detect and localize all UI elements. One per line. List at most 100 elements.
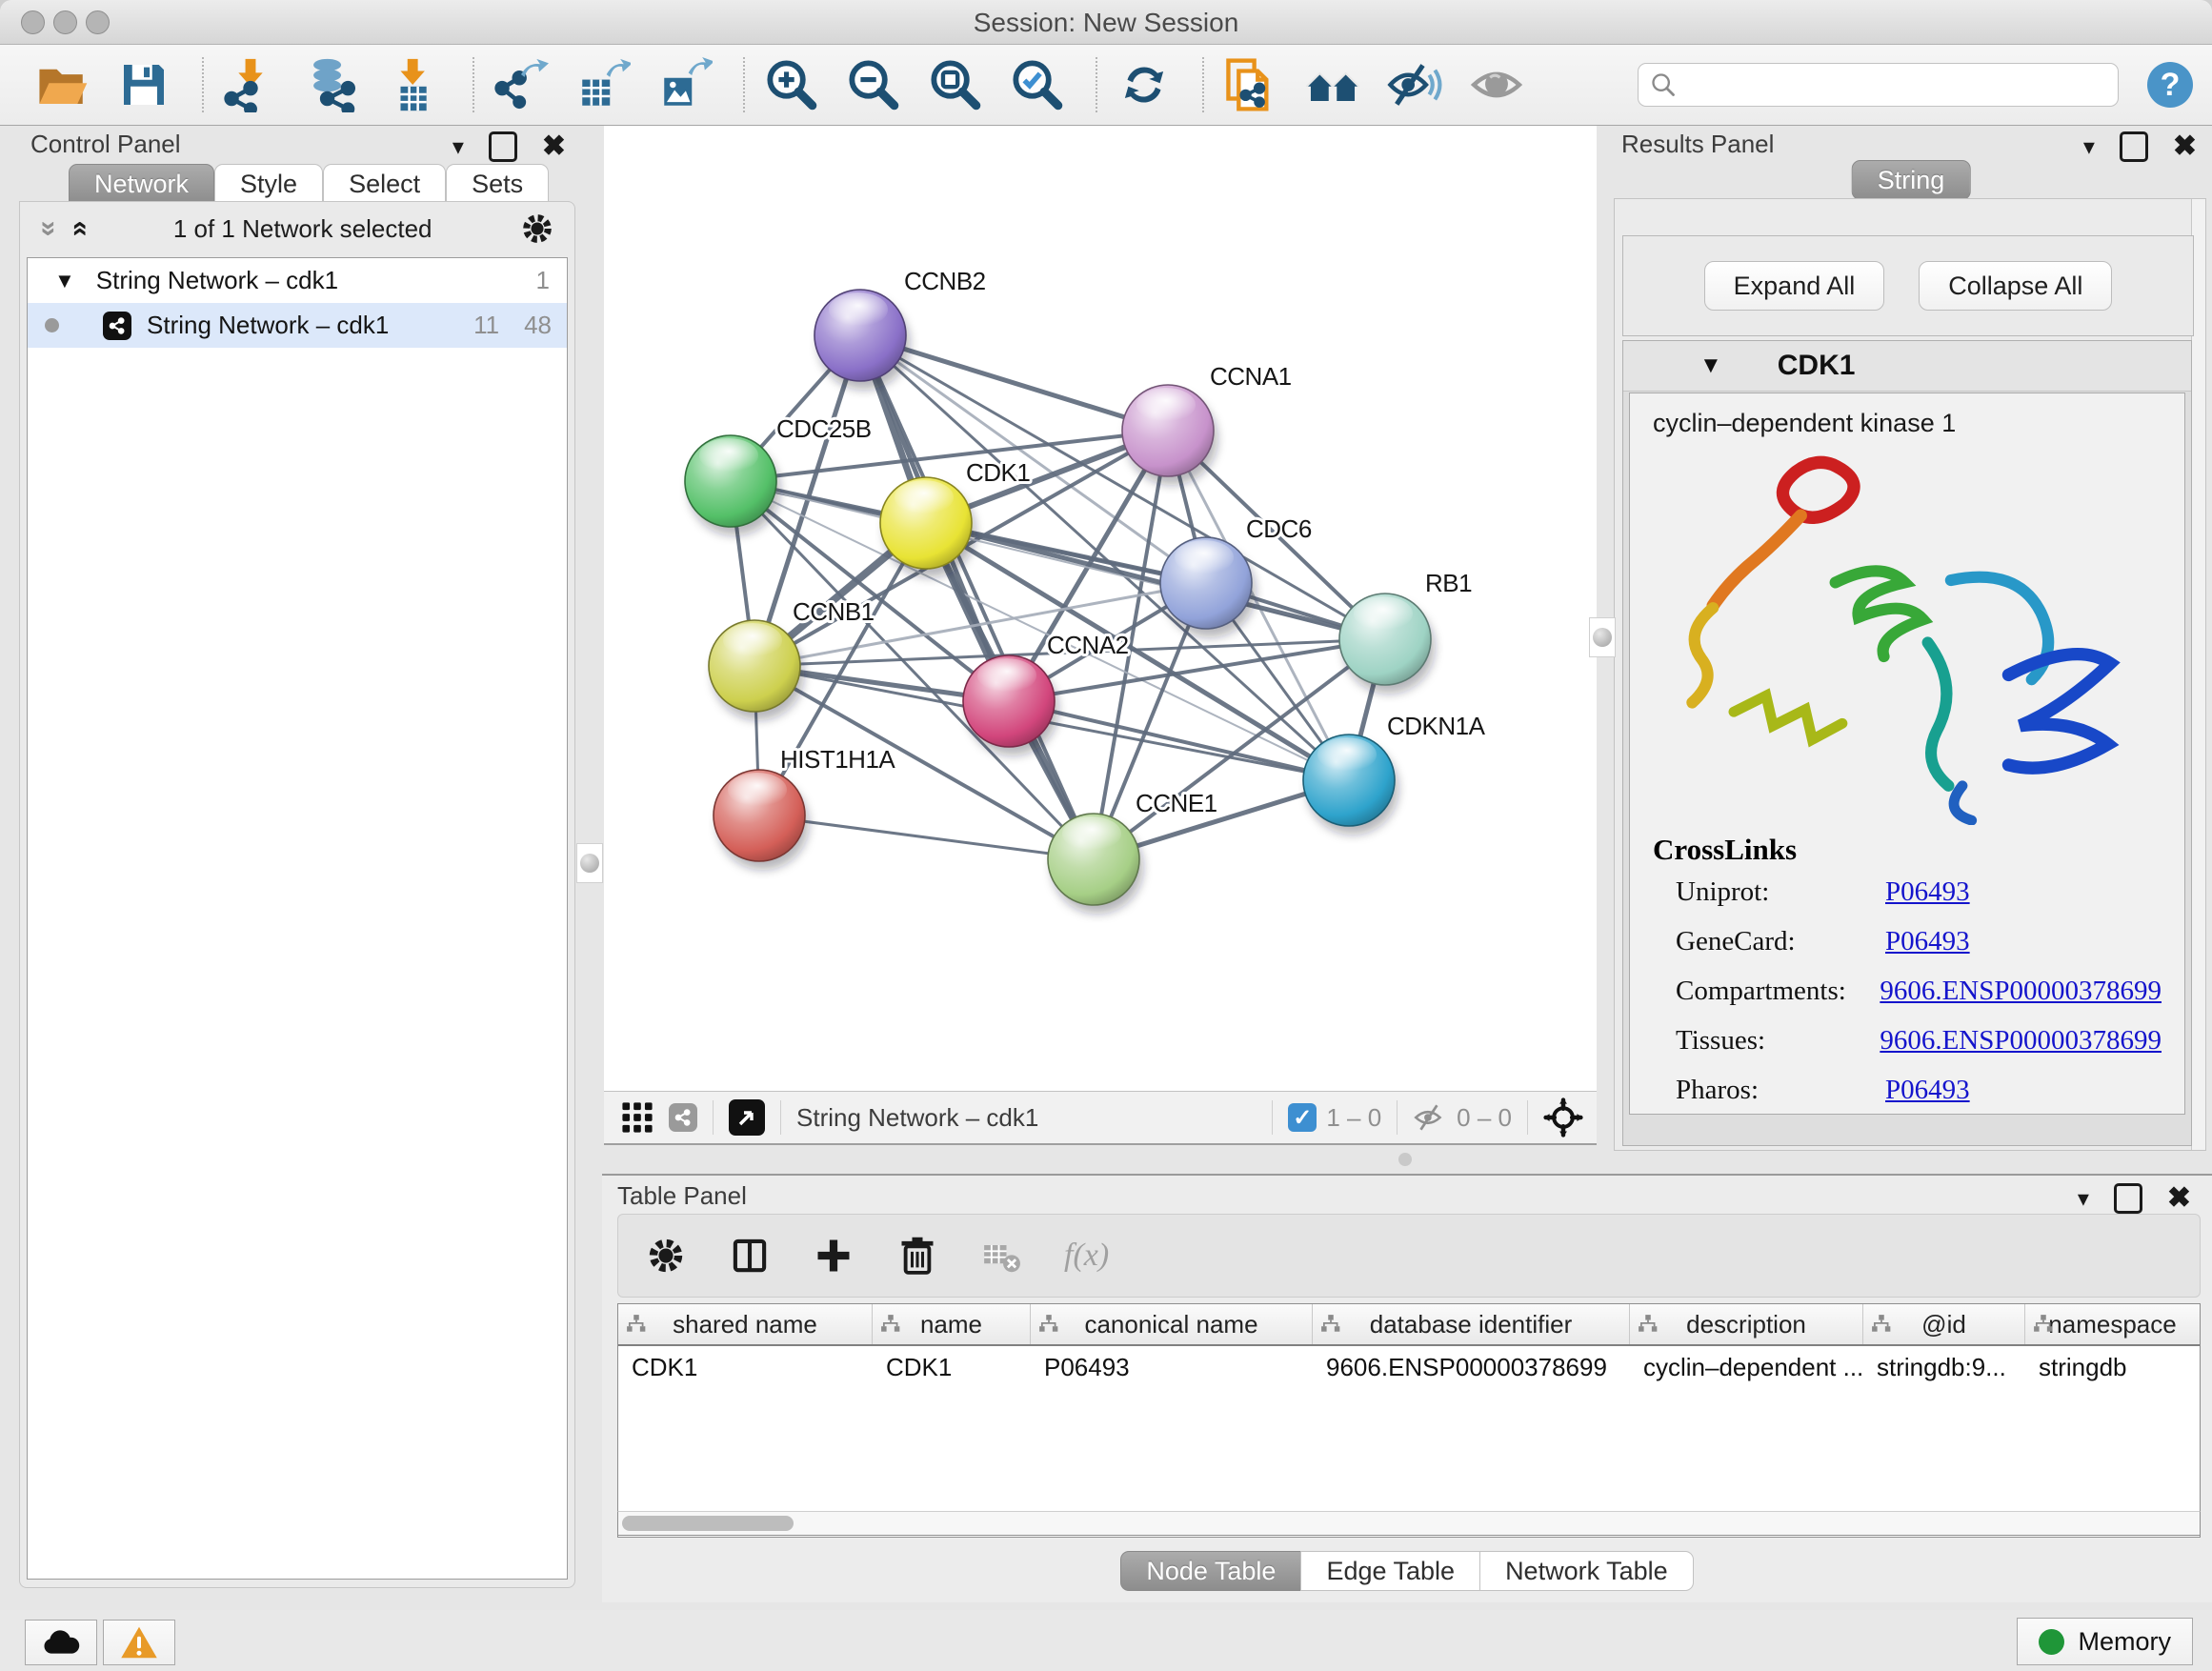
cell-id[interactable]: stringdb:9... (1863, 1353, 2025, 1382)
network-node-HIST1H1A[interactable]: HIST1H1A (714, 745, 895, 870)
tab-select[interactable]: Select (323, 164, 446, 204)
table-row[interactable]: CDK1 CDK1 P06493 9606.ENSP00000378699 cy… (618, 1346, 2200, 1388)
disclosure-triangle-icon[interactable]: ▼ (1699, 352, 1722, 379)
edge-count: 48 (524, 311, 552, 340)
panel-menu-icon[interactable]: ▾ (2083, 133, 2095, 161)
float-panel-icon[interactable] (2114, 1183, 2142, 1214)
apply-layout-button[interactable] (1115, 55, 1174, 114)
level-of-detail-button[interactable] (1467, 55, 1526, 114)
network-node-CDC6[interactable]: CDC6 (1160, 514, 1312, 637)
tab-network[interactable]: Network (69, 164, 214, 204)
memory-button[interactable]: Memory (2017, 1618, 2193, 1665)
clone-network-button[interactable] (1221, 55, 1280, 114)
left-splitter-handle[interactable] (576, 843, 603, 883)
tab-node-table[interactable]: Node Table (1120, 1551, 1300, 1591)
column-header-id[interactable]: @id (1863, 1304, 2025, 1344)
column-header-shared-name[interactable]: shared name (618, 1304, 873, 1344)
delete-column-icon[interactable] (896, 1235, 938, 1277)
network-node-CCNE1[interactable]: CCNE1 (1048, 789, 1217, 914)
cell-database-identifier[interactable]: 9606.ENSP00000378699 (1313, 1353, 1630, 1382)
disclosure-triangle-icon[interactable]: ▼ (54, 269, 75, 293)
tab-string[interactable]: String (1852, 160, 1971, 200)
first-neighbors-button[interactable] (1303, 55, 1362, 114)
search-input[interactable] (1684, 70, 2106, 101)
column-header-namespace[interactable]: namespace (2025, 1304, 2200, 1344)
network-row-selected[interactable]: String Network – cdk1 11 48 (28, 303, 567, 348)
tab-sets[interactable]: Sets (446, 164, 549, 204)
cell-name[interactable]: CDK1 (873, 1353, 1031, 1382)
gear-icon[interactable] (645, 1235, 687, 1277)
grid-mode-icon[interactable] (621, 1101, 654, 1134)
zoom-in-button[interactable] (762, 55, 821, 114)
column-header-database-identifier[interactable]: database identifier (1313, 1304, 1630, 1344)
collapse-all-icon[interactable]: » (32, 221, 65, 237)
cell-namespace[interactable]: stringdb (2025, 1353, 2200, 1382)
expand-all-icon[interactable]: » (62, 221, 94, 237)
network-node-CCNA1[interactable]: CCNA1 (1122, 362, 1292, 485)
crosslink-pharos[interactable]: P06493 (1885, 1075, 1970, 1106)
network-edge-HIST1H1A-CCNE1[interactable] (759, 815, 1094, 859)
help-button[interactable]: ? (2147, 62, 2193, 108)
cell-canonical-name[interactable]: P06493 (1031, 1353, 1313, 1382)
panel-menu-icon[interactable]: ▾ (2078, 1185, 2089, 1213)
zoom-fit-button[interactable] (926, 55, 985, 114)
open-session-button[interactable] (32, 55, 91, 114)
import-network-database-button[interactable] (303, 55, 362, 114)
network-edge-CCNA2-CDKN1A[interactable] (1009, 701, 1349, 780)
zoom-out-button[interactable] (844, 55, 903, 114)
float-panel-icon[interactable] (489, 131, 517, 162)
selected-checkbox-icon[interactable]: ✓ (1288, 1103, 1317, 1132)
crosslink-tissues[interactable]: 9606.ENSP00000378699 (1880, 1025, 2162, 1057)
close-panel-icon[interactable]: ✖ (2173, 134, 2197, 159)
table-horizontal-scrollbar[interactable] (617, 1511, 2201, 1536)
network-view-canvas[interactable]: CCNB2CCNA1CDC25BCDK1CDC6RB1CCNB1CCNA2CDK… (604, 126, 1597, 1091)
column-header-name[interactable]: name (873, 1304, 1031, 1344)
export-network-button[interactable] (492, 55, 551, 114)
crosslink-genecard[interactable]: P06493 (1885, 926, 1970, 957)
cell-description[interactable]: cyclin–dependent ... (1630, 1353, 1863, 1382)
column-header-canonical-name[interactable]: canonical name (1031, 1304, 1313, 1344)
panel-menu-icon[interactable]: ▾ (452, 133, 464, 161)
show-hide-graphics-button[interactable] (1385, 55, 1444, 114)
export-image-button[interactable] (655, 55, 714, 114)
network-collection-row[interactable]: ▼ String Network – cdk1 1 (28, 258, 567, 303)
horizontal-splitter-handle[interactable] (1398, 1153, 1412, 1166)
birdseye-view-button[interactable] (729, 1099, 765, 1136)
tab-network-table[interactable]: Network Table (1479, 1551, 1694, 1591)
network-node-CDKN1A[interactable]: CDKN1A (1303, 712, 1486, 835)
cell-shared-name[interactable]: CDK1 (618, 1353, 873, 1382)
collapse-all-button[interactable]: Collapse All (1919, 261, 2112, 311)
protein-structure-image (1653, 444, 2163, 825)
save-session-button[interactable] (114, 55, 173, 114)
show-columns-icon[interactable] (729, 1235, 771, 1277)
cloud-status-button[interactable] (25, 1620, 97, 1665)
gear-icon[interactable] (519, 211, 555, 247)
protein-card-header[interactable]: ▼ CDK1 (1623, 341, 2191, 392)
network-edge-CCNB2-CCNE1[interactable] (860, 335, 1094, 859)
close-panel-icon[interactable]: ✖ (542, 134, 566, 159)
export-table-button[interactable] (573, 55, 633, 114)
tab-edge-table[interactable]: Edge Table (1300, 1551, 1479, 1591)
network-node-CDK1[interactable]: CDK1 (880, 458, 1030, 577)
network-node-CCNB2[interactable]: CCNB2 (814, 267, 986, 390)
zoom-selected-button[interactable] (1008, 55, 1067, 114)
tab-style[interactable]: Style (214, 164, 323, 204)
network-node-RB1[interactable]: RB1 (1339, 569, 1472, 694)
close-panel-icon[interactable]: ✖ (2167, 1186, 2191, 1211)
string-view-icon[interactable] (669, 1103, 697, 1132)
expand-all-button[interactable]: Expand All (1704, 261, 1885, 311)
warning-status-button[interactable] (103, 1620, 175, 1665)
right-splitter-handle[interactable] (1589, 617, 1616, 657)
scrollbar-thumb[interactable] (622, 1516, 794, 1531)
network-graph[interactable]: CCNB2CCNA1CDC25BCDK1CDC6RB1CCNB1CCNA2CDK… (604, 126, 1597, 1091)
crosslink-compartments[interactable]: 9606.ENSP00000378699 (1880, 976, 2162, 1007)
crosslink-uniprot[interactable]: P06493 (1885, 876, 1970, 908)
import-network-file-button[interactable] (221, 55, 280, 114)
crosshair-icon[interactable] (1543, 1097, 1583, 1137)
import-table-button[interactable] (385, 55, 444, 114)
column-header-description[interactable]: description (1630, 1304, 1863, 1344)
results-scrollbar[interactable] (2191, 199, 2205, 1150)
float-panel-icon[interactable] (2120, 131, 2148, 162)
title-bar: Session: New Session (0, 0, 2212, 45)
create-column-icon[interactable] (813, 1235, 855, 1277)
